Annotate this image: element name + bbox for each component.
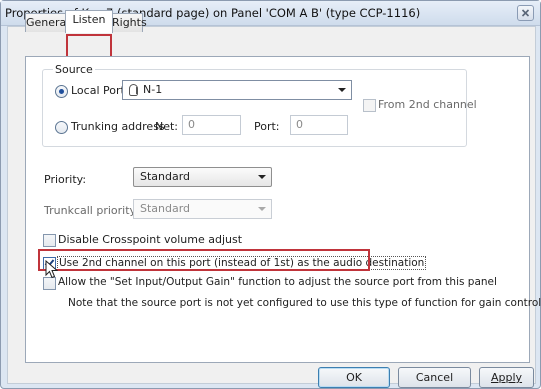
cancel-button-label: Cancel bbox=[415, 371, 454, 384]
chevron-down-icon bbox=[258, 175, 266, 179]
from-2nd-channel-checkbox[interactable] bbox=[363, 99, 376, 112]
net-value: 0 bbox=[188, 118, 195, 131]
apply-button[interactable]: Apply bbox=[479, 367, 534, 388]
mouse-pointer-icon bbox=[45, 260, 59, 279]
ok-button[interactable]: OK bbox=[318, 367, 390, 388]
trunking-address-label: Trunking address bbox=[71, 120, 165, 133]
port-field[interactable]: 0 bbox=[290, 115, 348, 135]
apply-button-label: Apply bbox=[490, 371, 523, 384]
port-label: Port: bbox=[254, 120, 280, 133]
local-port-value: N-1 bbox=[143, 83, 163, 96]
chevron-down-icon bbox=[338, 88, 346, 92]
from-2nd-channel-label: From 2nd channel bbox=[378, 98, 477, 111]
tab-general-label: General bbox=[26, 16, 70, 29]
tab-listen[interactable]: Listen bbox=[65, 10, 113, 33]
properties-dialog: Properties of Key 7 (standard page) on P… bbox=[0, 0, 541, 389]
priority-combo[interactable]: Standard bbox=[133, 167, 272, 187]
chevron-down-icon bbox=[258, 207, 266, 211]
net-label: Net: bbox=[155, 120, 179, 133]
priority-label: Priority: bbox=[44, 173, 87, 186]
tab-listen-label: Listen bbox=[72, 13, 106, 26]
gain-note: Note that the source port is not yet con… bbox=[68, 297, 541, 309]
source-group-label: Source bbox=[53, 63, 95, 76]
disable-crosspoint-checkbox[interactable] bbox=[43, 234, 56, 247]
allow-gain-label: Allow the "Set Input/Output Gain" functi… bbox=[58, 276, 497, 288]
disable-crosspoint-label: Disable Crosspoint volume adjust bbox=[58, 233, 243, 246]
tab-general[interactable]: General bbox=[25, 13, 70, 32]
close-button[interactable] bbox=[517, 5, 534, 21]
trunkcall-priority-value: Standard bbox=[140, 202, 191, 215]
trunking-address-radio[interactable] bbox=[55, 121, 68, 134]
local-port-radio[interactable] bbox=[55, 85, 68, 98]
ok-button-label: OK bbox=[346, 371, 362, 384]
port-value: 0 bbox=[296, 118, 303, 131]
tab-rights-label: Rights bbox=[112, 16, 147, 29]
local-port-combo[interactable]: N-1 bbox=[122, 80, 352, 100]
net-field[interactable]: 0 bbox=[182, 115, 241, 135]
trunkcall-priority-combo[interactable]: Standard bbox=[133, 199, 272, 219]
port-icon bbox=[129, 84, 138, 96]
close-icon bbox=[521, 9, 530, 17]
option-highlight-frame bbox=[38, 249, 370, 271]
local-port-label: Local Port bbox=[71, 84, 125, 97]
tab-rights[interactable]: Rights bbox=[111, 13, 147, 32]
priority-value: Standard bbox=[140, 170, 191, 183]
trunkcall-priority-label: Trunkcall priority: bbox=[44, 204, 139, 217]
cancel-button[interactable]: Cancel bbox=[398, 367, 471, 388]
